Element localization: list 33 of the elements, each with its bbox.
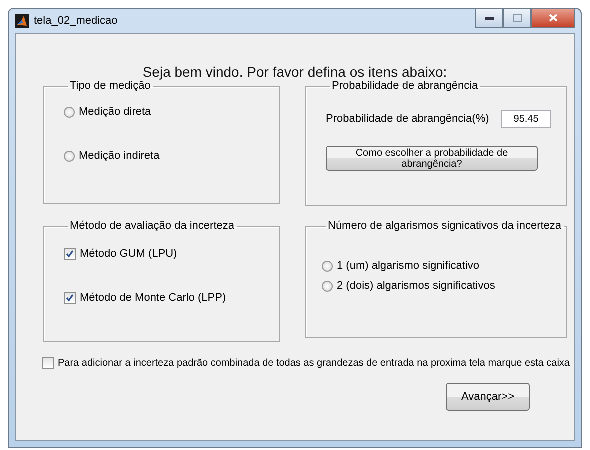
coverage-input[interactable]: 95.45 [501,110,552,128]
close-icon [548,14,558,22]
radio-option[interactable]: 2 (dois) algarismos significativos [322,280,566,292]
welcome-message: Seja bem vindo. Por favor defina os itens abaixo: [142,64,448,80]
radio-button[interactable] [322,280,333,292]
help-button[interactable]: Como escolher a probabilidade de abrangência? [326,146,538,171]
group-title: Número de algarismos signicativos da incerteza [327,220,563,232]
maximize-icon [512,14,522,22]
minimize-icon [484,16,494,20]
maximize-button[interactable] [503,9,531,28]
checkbox-option[interactable]: Método de Monte Carlo (LPP) [64,292,279,304]
minimize-button[interactable] [475,9,503,28]
group-title: Método de avaliação da incerteza [69,220,236,232]
checkbox[interactable] [42,357,54,369]
checkbox[interactable] [64,248,76,260]
next-button[interactable]: Avançar>> [446,383,530,411]
radio-button[interactable] [322,260,333,272]
group-title: Probabilidade de abrangência [331,80,480,92]
checkbox-option[interactable]: Método GUM (LPU) [64,248,279,260]
field-label: Probabilidade de abrangência(%) [326,113,490,125]
radio-button[interactable] [64,106,75,118]
close-button[interactable] [531,9,575,28]
checkbox-option[interactable]: Para adicionar a incerteza padrão combinada de todas as grandezas de entrada na proxima tela marque esta caixa [42,357,574,369]
window-title: tela_02_medicao [34,15,119,27]
app-logo-icon [15,14,29,28]
radio-button[interactable] [64,150,75,162]
checkmark-icon [66,250,74,258]
group-title: Tipo de medição [69,80,152,92]
radio-option[interactable]: 1 (um) algarismo significativo [322,260,566,272]
checkmark-icon [66,294,74,302]
checkbox[interactable] [64,292,76,304]
radio-option[interactable]: Medição indireta [64,150,279,162]
radio-option[interactable]: Medição direta [64,106,279,118]
